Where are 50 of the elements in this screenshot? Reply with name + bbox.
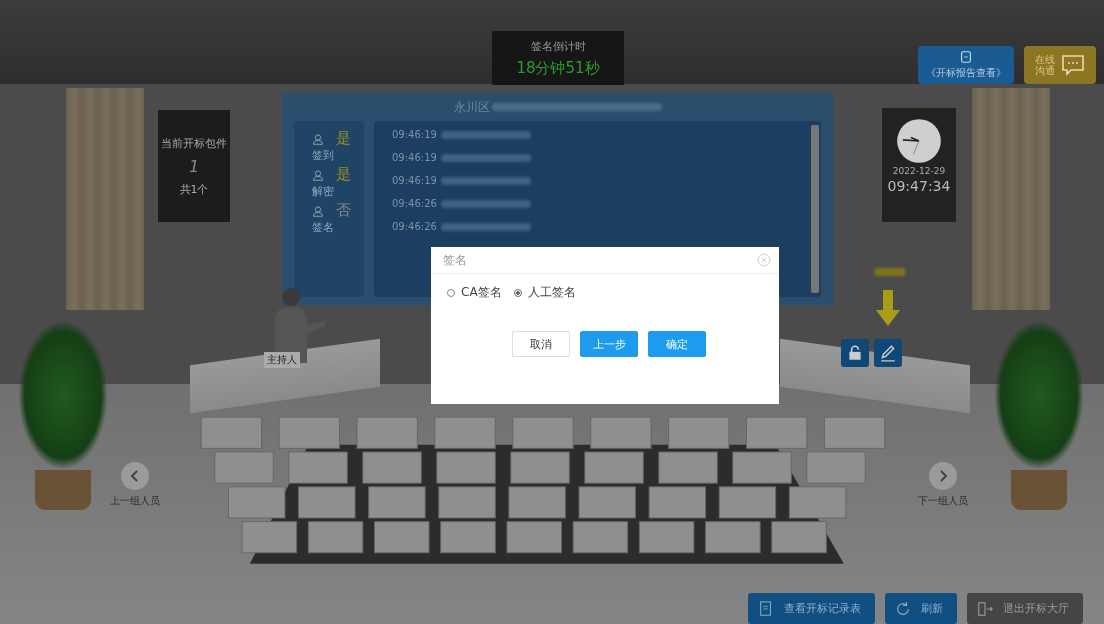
blurred-text <box>874 268 906 276</box>
log-time: 09:46:19 <box>392 175 437 186</box>
document-icon <box>758 600 774 617</box>
refresh-icon <box>895 600 911 617</box>
close-button[interactable] <box>757 253 771 267</box>
exit-door-icon <box>977 600 993 617</box>
log-time: 09:46:26 <box>392 221 437 232</box>
countdown-label: 签名倒计时 <box>530 38 586 54</box>
dialog-button[interactable]: 上一步 <box>580 331 638 357</box>
report-button[interactable]: 《开标报告查看》 <box>918 46 1014 84</box>
refresh-button[interactable]: 刷新 <box>885 593 957 624</box>
status-label: 解密 <box>312 184 335 199</box>
status-label: 签到 <box>312 148 335 163</box>
clock-time: 09:47:34 <box>887 178 951 194</box>
radio-option[interactable]: 人工签名 <box>513 284 576 301</box>
clock-face-icon <box>896 118 942 164</box>
down-arrow-icon <box>876 290 900 326</box>
countdown-value: 18分钟51秒 <box>516 58 600 78</box>
log-time: 09:46:26 <box>392 198 437 209</box>
chat-bubble-icon <box>1059 54 1086 76</box>
dialog-title: 签名 <box>443 251 467 269</box>
log-time: 09:46:19 <box>392 152 437 163</box>
screen-title: 永川区 <box>453 98 490 116</box>
chat-button[interactable]: 在线沟通 <box>1024 46 1096 84</box>
pencil-icon <box>879 344 897 362</box>
document-icon <box>959 50 973 64</box>
cancel-button[interactable]: 取消 <box>512 331 570 357</box>
dialog-button[interactable]: 确定 <box>648 331 706 357</box>
exit-button[interactable]: 退出开标大厅 <box>967 593 1083 624</box>
log-time: 09:46:19 <box>392 129 437 140</box>
lock-button[interactable] <box>841 339 869 367</box>
host-sign: 主持人 <box>264 352 300 368</box>
person-icon <box>312 168 324 181</box>
person-icon <box>312 132 324 145</box>
close-icon <box>757 253 771 267</box>
clock-date: 2022-12-29 <box>892 166 946 176</box>
record-button[interactable]: 查看开标记录表 <box>748 593 875 624</box>
status-value: 否 <box>336 201 351 220</box>
scrollbar[interactable] <box>811 125 819 293</box>
person-icon <box>312 204 324 217</box>
radio-option[interactable]: CA签名 <box>447 284 502 301</box>
status-label: 签名 <box>312 220 335 235</box>
package-total: 共1个 <box>179 181 209 197</box>
status-value: 是 <box>336 165 351 184</box>
package-title: 当前开标包件 <box>161 135 227 151</box>
package-number: 1 <box>188 156 200 176</box>
lock-icon <box>846 344 864 362</box>
status-value: 是 <box>336 129 351 148</box>
radio-button[interactable] <box>513 288 522 297</box>
sign-button[interactable] <box>874 339 902 367</box>
